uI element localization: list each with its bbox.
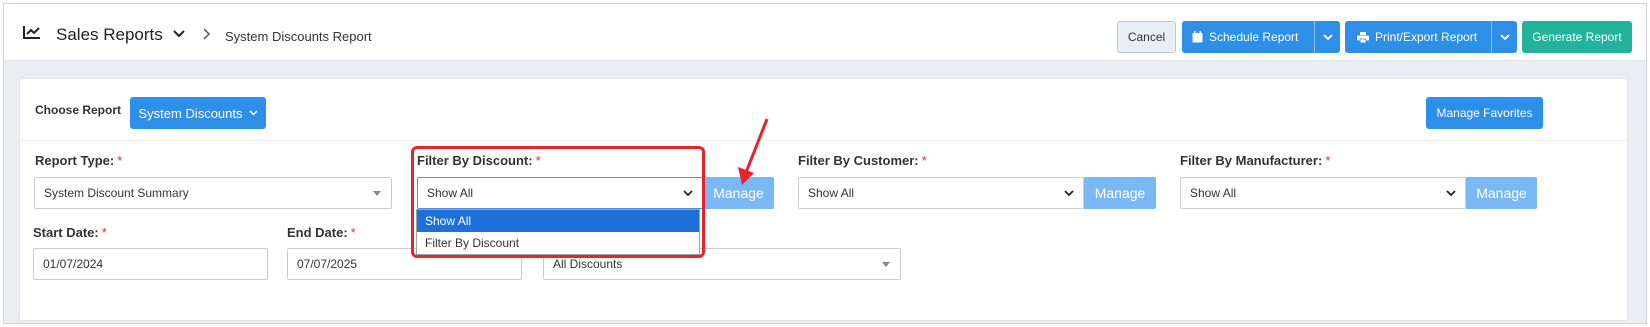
annotation-highlight-box — [411, 146, 705, 258]
schedule-report-button[interactable]: Schedule Report — [1182, 21, 1340, 53]
chevron-down-icon — [1499, 33, 1510, 40]
chevron-down-icon — [1446, 190, 1456, 197]
annotation-arrow-icon — [738, 118, 769, 185]
printer-icon — [1357, 31, 1369, 43]
caret-down-icon — [882, 262, 890, 267]
cancel-button[interactable]: Cancel — [1117, 21, 1176, 53]
manage-favorites-button[interactable]: Manage Favorites — [1426, 97, 1543, 129]
start-date-input[interactable]: 01/07/2024 — [33, 248, 268, 280]
chevron-down-icon — [1064, 190, 1074, 197]
filter-customer-select[interactable]: Show All — [798, 177, 1084, 209]
breadcrumb: System Discounts Report — [225, 29, 372, 44]
page-title[interactable]: Sales Reports — [56, 25, 163, 45]
line-chart-icon — [23, 26, 40, 39]
filter-customer-label: Filter By Customer: * — [798, 153, 927, 168]
print-export-button[interactable]: Print/Export Report — [1345, 21, 1517, 53]
filter-manufacturer-select[interactable]: Show All — [1180, 177, 1466, 209]
filter-manufacturer-label: Filter By Manufacturer: * — [1180, 153, 1331, 168]
choose-report-button[interactable]: System Discounts — [130, 97, 266, 129]
end-date-label: End Date: * — [287, 225, 356, 240]
schedule-dropdown-toggle[interactable] — [1314, 21, 1340, 53]
chevron-down-icon — [248, 110, 258, 116]
manage-manufacturer-button[interactable]: Manage — [1466, 177, 1537, 209]
top-bar: Sales Reports System Discounts Report Ca… — [4, 4, 1646, 61]
start-date-label: Start Date: * — [33, 225, 107, 240]
generate-report-button[interactable]: Generate Report — [1522, 21, 1632, 53]
report-type-label: Report Type: * — [35, 153, 123, 168]
chevron-down-icon[interactable] — [173, 30, 185, 38]
caret-down-icon — [373, 191, 381, 196]
chevron-down-icon — [1322, 33, 1333, 40]
choose-report-label: Choose Report — [35, 103, 122, 117]
report-type-select[interactable]: System Discount Summary — [34, 177, 392, 209]
card-header: Choose Report System Discounts Manage Fa… — [20, 79, 1627, 141]
calendar-icon — [1192, 31, 1203, 43]
chevron-right-icon — [203, 28, 211, 40]
print-dropdown-toggle[interactable] — [1491, 21, 1517, 53]
manage-customer-button[interactable]: Manage — [1084, 177, 1156, 209]
